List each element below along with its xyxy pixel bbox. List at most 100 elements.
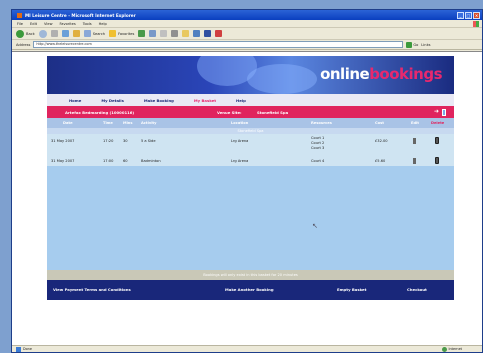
- nav-my-details[interactable]: My Details: [101, 98, 124, 103]
- folder-icon[interactable]: [182, 30, 190, 37]
- cell-date: 31 May 2007: [51, 139, 75, 143]
- banner-decoration: [247, 64, 317, 94]
- edit-icon[interactable]: [413, 158, 416, 164]
- address-input[interactable]: http://www.theleisurecentre.com: [33, 41, 404, 48]
- nav-make-booking[interactable]: Make Booking: [144, 98, 174, 103]
- checkout-link[interactable]: Checkout: [407, 280, 427, 300]
- delete-icon[interactable]: [435, 157, 439, 164]
- close-button[interactable]: ×: [473, 11, 480, 19]
- cell-resource: Court 3: [311, 146, 325, 150]
- address-label: Address: [16, 42, 31, 47]
- online-bookings-site: onlinebookings Home My Details Make Book…: [47, 56, 454, 316]
- site-nav: Home My Details Make Booking My Basket H…: [47, 94, 454, 106]
- basket-table-header: Date Time Mins Activity Location Resourc…: [47, 118, 454, 128]
- venue-label: Venue Site:: [217, 109, 242, 115]
- logo-part-bookings: bookings: [369, 65, 442, 83]
- windows-logo-icon: [473, 20, 479, 27]
- page-icon: [16, 346, 21, 352]
- empty-basket-link[interactable]: Empty Basket: [337, 280, 366, 300]
- favorites-button[interactable]: Favorites: [109, 30, 134, 37]
- search-icon: [83, 30, 91, 37]
- cell-location: Lrg Arena: [231, 139, 249, 143]
- refresh-icon[interactable]: [61, 30, 69, 37]
- menu-tools[interactable]: Tools: [83, 22, 92, 26]
- zone-label: Internet: [448, 347, 462, 351]
- make-another-booking-link[interactable]: Make Another Booking: [225, 280, 274, 300]
- status-text: Done: [23, 347, 32, 351]
- menu-bar: File Edit View Favorites Tools Help: [12, 20, 482, 28]
- search-label: Search: [92, 31, 106, 36]
- globe-icon: [441, 346, 447, 352]
- cell-date: 31 May 2007: [51, 159, 75, 163]
- back-arrow-icon[interactable]: ➜: [434, 109, 439, 115]
- word-icon[interactable]: [193, 30, 201, 37]
- status-bar: Done Internet: [12, 345, 482, 352]
- nav-help[interactable]: Help: [236, 98, 246, 103]
- nav-my-basket[interactable]: My Basket: [194, 98, 216, 103]
- window-title: MI Leisure Centre - Microsoft Internet E…: [25, 12, 136, 18]
- print-icon[interactable]: [171, 30, 179, 37]
- stop-icon[interactable]: [50, 30, 58, 37]
- delete-icon[interactable]: [435, 137, 439, 144]
- menu-favorites[interactable]: Favorites: [60, 22, 76, 26]
- col-cost: Cost: [375, 121, 384, 125]
- basket-rows: 31 May 2007 17:20 30 5 a Side Lrg Arena …: [47, 134, 454, 166]
- edit-icon[interactable]: [413, 138, 416, 144]
- search-button[interactable]: Search: [83, 30, 106, 37]
- mail-icon[interactable]: [160, 30, 168, 37]
- menu-file[interactable]: File: [17, 22, 23, 26]
- cell-cost: £5.60: [375, 159, 386, 163]
- links-label[interactable]: Links: [421, 43, 430, 47]
- site-logo[interactable]: onlinebookings: [320, 65, 442, 83]
- page-viewport: onlinebookings Home My Details Make Book…: [12, 51, 482, 347]
- col-date: Date: [63, 121, 73, 125]
- ie-icon: [17, 12, 22, 18]
- research-icon[interactable]: [215, 30, 223, 37]
- go-arrow-icon: [406, 41, 413, 48]
- col-mins: Mins: [123, 121, 133, 125]
- col-edit: Edit: [411, 121, 419, 125]
- menu-view[interactable]: View: [44, 22, 53, 26]
- col-activity: Activity: [141, 121, 157, 125]
- title-bar: MI Leisure Centre - Microsoft Internet E…: [12, 10, 482, 20]
- site-banner: onlinebookings: [47, 56, 454, 94]
- back-button[interactable]: Back: [16, 29, 35, 38]
- security-zone: Internet: [441, 346, 462, 352]
- maximize-button[interactable]: □: [465, 11, 472, 19]
- basket-actions-bar: View Payment Terms and Conditions Make A…: [47, 280, 454, 300]
- nav-home[interactable]: Home: [69, 98, 81, 103]
- forward-arrow-icon[interactable]: [38, 29, 47, 38]
- history-icon[interactable]: [149, 30, 157, 37]
- home-icon[interactable]: [72, 30, 80, 37]
- cell-time: 17:00: [103, 159, 114, 163]
- menu-help[interactable]: Help: [99, 22, 107, 26]
- venue-name: Stonefield Spa: [257, 109, 289, 115]
- menu-edit[interactable]: Edit: [30, 22, 37, 26]
- minimize-button[interactable]: _: [457, 11, 464, 19]
- mouse-cursor-icon: ↖: [312, 222, 318, 230]
- col-location: Location: [231, 121, 249, 125]
- table-row: 31 May 2007 17:20 30 5 a Side Lrg Arena …: [47, 136, 454, 150]
- cell-resource: Court 4: [311, 159, 325, 163]
- basket-expiry-notice: Bookings will only exist in this basket …: [47, 270, 454, 280]
- messenger-icon[interactable]: [204, 30, 212, 37]
- cell-location: Lrg Arena: [231, 159, 249, 163]
- star-icon: [109, 30, 117, 37]
- logo-part-online: online: [320, 65, 370, 83]
- cell-time: 17:20: [103, 139, 114, 143]
- user-venue-bar: Artefax Bedmarding (10000116) Venue Site…: [47, 106, 454, 118]
- go-label: Go: [413, 42, 419, 47]
- go-button[interactable]: Go: [406, 41, 419, 48]
- cell-activity: Badminton: [141, 159, 161, 163]
- payment-terms-link[interactable]: View Payment Terms and Conditions: [53, 280, 131, 300]
- user-name: Artefax Bedmarding (10000116): [65, 109, 135, 115]
- favorites-label: Favorites: [118, 31, 135, 36]
- basket-icon[interactable]: [442, 108, 446, 116]
- col-delete: Delete: [431, 121, 445, 125]
- media-icon[interactable]: [138, 30, 146, 37]
- table-row: 31 May 2007 17:00 60 Badminton Lrg Arena…: [47, 156, 454, 166]
- back-arrow-icon: [16, 29, 24, 38]
- cell-activity: 5 a Side: [141, 139, 156, 143]
- col-resources: Resources: [311, 121, 332, 125]
- address-bar: Address http://www.theleisurecentre.com …: [12, 40, 482, 50]
